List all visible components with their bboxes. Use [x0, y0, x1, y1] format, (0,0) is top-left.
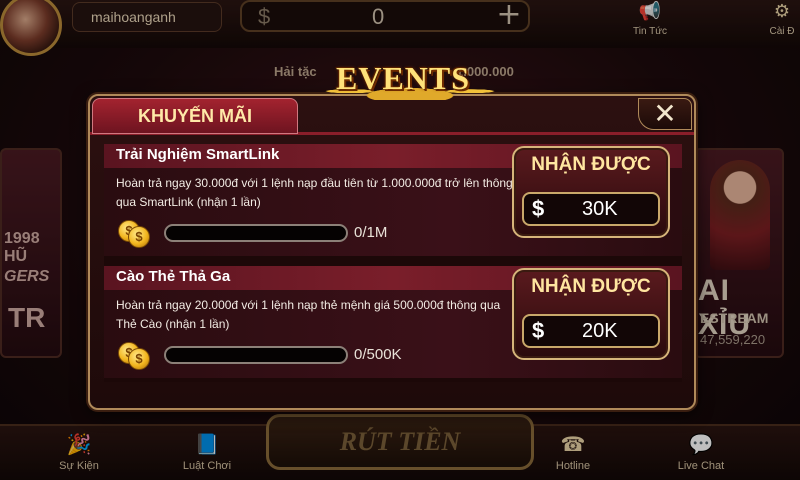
coin-stack-icon: $ $ [118, 220, 150, 248]
reward-amount-box: $ 20K [522, 314, 660, 348]
close-icon: ✕ [653, 97, 677, 130]
coin-icon: $ [128, 226, 150, 248]
reward-label: NHẬN ĐƯỢC [531, 154, 651, 175]
dollar-icon: $ [532, 318, 545, 343]
promotion-description: Hoàn trả ngay 30.000đ với 1 lệnh nạp đầu… [116, 176, 513, 209]
promotion-description: Hoàn trả ngay 20.000đ với 1 lệnh nạp thẻ… [116, 298, 501, 331]
claim-reward-button[interactable]: NHẬN ĐƯỢC $ 20K [512, 268, 670, 360]
progress-bar [164, 346, 348, 364]
promotion-item: Trải Nghiệm SmartLink Hoàn trả ngay 30.0… [104, 144, 682, 256]
progress-text: 0/1M [354, 224, 388, 241]
reward-label: NHẬN ĐƯỢC [531, 276, 651, 297]
promotions-modal: KHUYẾN MÃI ✕ Trải Nghiệm SmartLink Hoàn … [88, 94, 696, 410]
tab-promotions[interactable]: KHUYẾN MÃI [92, 98, 298, 134]
progress-text: 0/500K [354, 346, 402, 363]
promotion-title: Cào Thẻ Thả Ga [116, 268, 231, 285]
promotions-list: Trải Nghiệm SmartLink Hoàn trả ngay 30.0… [104, 144, 682, 382]
coin-stack-icon: $ $ [118, 342, 150, 370]
claim-reward-button[interactable]: NHẬN ĐƯỢC $ 30K [512, 146, 670, 238]
close-button[interactable]: ✕ [638, 98, 692, 130]
reward-amount: 30K [582, 198, 618, 220]
reward-amount-box: $ 30K [522, 192, 660, 226]
reward-amount: 20K [582, 320, 618, 342]
coin-icon: $ [128, 348, 150, 370]
dollar-icon: $ [532, 196, 545, 221]
promotion-title: Trải Nghiệm SmartLink [116, 146, 280, 163]
promotion-item: Cào Thẻ Thả Ga Hoàn trả ngay 20.000đ với… [104, 266, 682, 378]
events-title: EVENTS [336, 60, 471, 96]
progress-bar [164, 224, 348, 242]
